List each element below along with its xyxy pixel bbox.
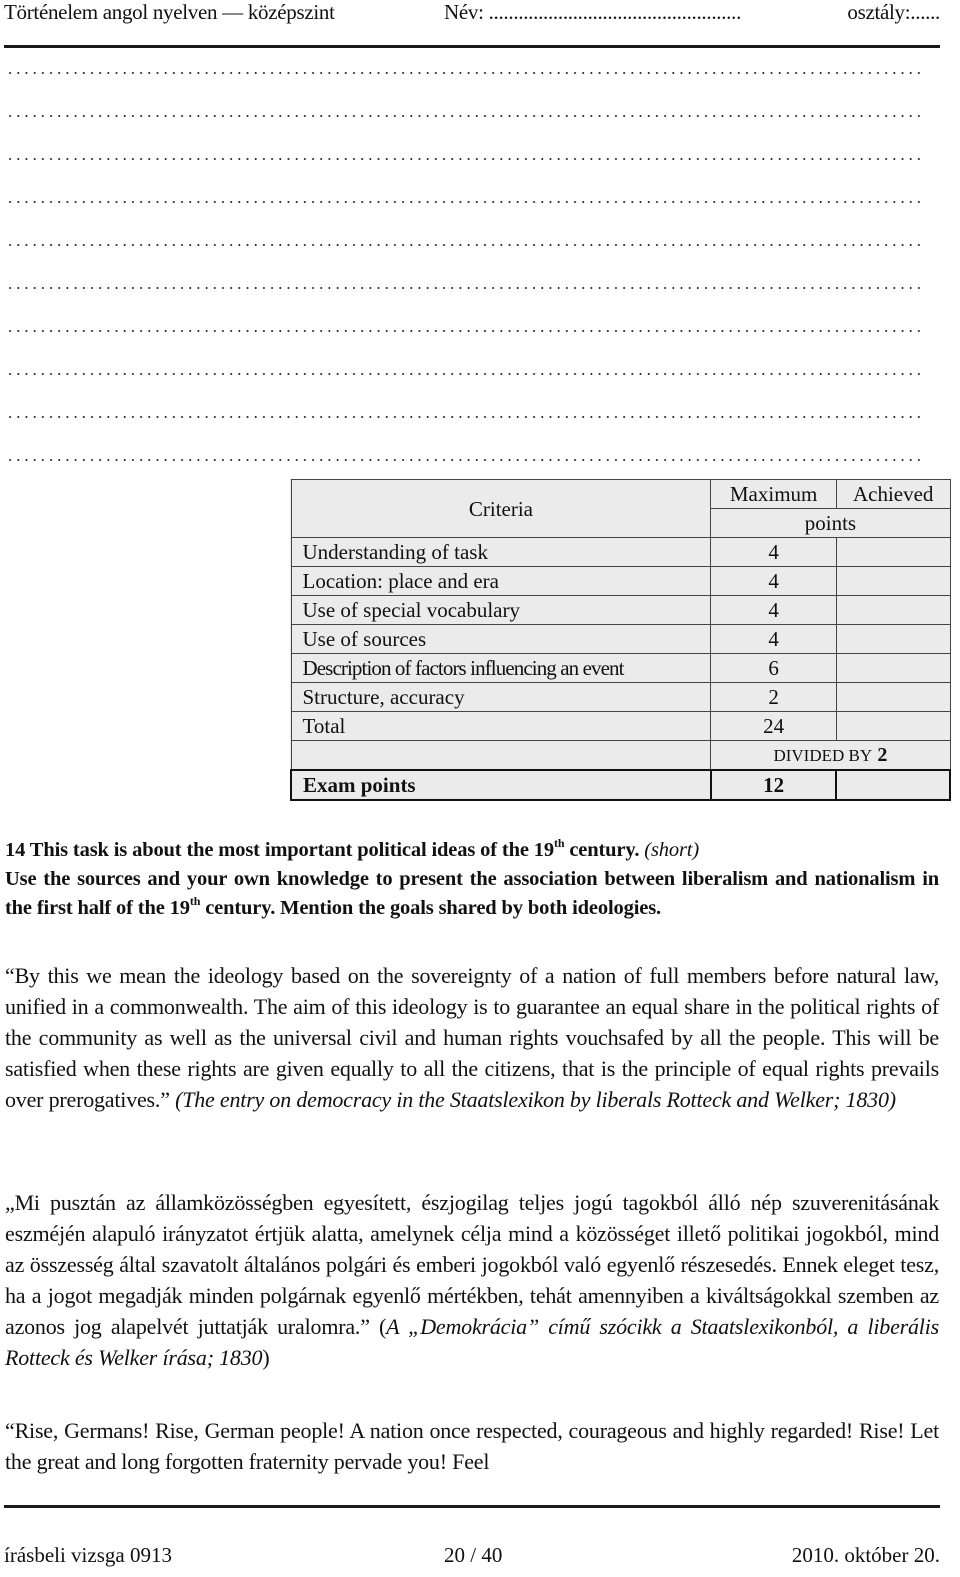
exam-title: Történelem angol nyelven — középszint — [4, 0, 335, 24]
table-row: Use of sources 4 — [290, 624, 951, 654]
max-points-cell: 4 — [710, 566, 837, 596]
exam-points-achieved-cell[interactable] — [835, 769, 951, 801]
header-rule — [4, 45, 940, 48]
total-label: Total — [290, 711, 712, 741]
class-field-label: osztály:...... — [847, 0, 940, 24]
achieved-points-cell[interactable] — [835, 595, 951, 625]
answer-line[interactable] — [6, 72, 922, 74]
divided-by-cell: DIVIDED BY 2 — [710, 740, 951, 771]
achieved-points-cell[interactable] — [835, 682, 951, 712]
exam-code: írásbeli vizsga 0913 — [4, 1543, 172, 1567]
table-row: Use of special vocabulary 4 — [290, 595, 951, 625]
task-line1: 14 This task is about the most important… — [5, 839, 554, 861]
criterion-cell: Location: place and era — [290, 566, 712, 596]
max-points-cell: 4 — [710, 624, 837, 654]
answer-line[interactable] — [6, 158, 922, 160]
criterion-cell: Understanding of task — [290, 537, 712, 567]
answer-line[interactable] — [6, 287, 922, 289]
answer-line[interactable] — [6, 373, 922, 375]
divisor-value: 2 — [877, 744, 888, 766]
name-field-label: Név: ...................................… — [444, 0, 742, 24]
achieved-points-cell[interactable] — [835, 537, 951, 567]
total-max-cell: 24 — [710, 711, 837, 741]
table-row: Structure, accuracy 2 — [290, 682, 951, 712]
max-points-cell: 4 — [710, 537, 837, 567]
total-row: Total 24 — [290, 711, 951, 741]
task-line2-end: century. Mention the goals shared by bot… — [200, 897, 662, 919]
exam-points-max-cell: 12 — [709, 769, 838, 801]
footer-rule — [4, 1505, 940, 1508]
empty-cell — [290, 740, 712, 771]
answer-line[interactable] — [6, 330, 922, 332]
achieved-points-cell[interactable] — [835, 653, 951, 683]
source-2-close: ) — [262, 1345, 270, 1370]
max-points-cell: 2 — [710, 682, 837, 712]
task-length-note: (short) — [644, 839, 700, 861]
achieved-points-cell[interactable] — [835, 624, 951, 654]
source-3: “Rise, Germans! Rise, German people! A n… — [5, 1415, 939, 1477]
exam-points-label: Exam points — [290, 769, 712, 801]
source-1-citation: (The entry on democracy in the Staatslex… — [175, 1087, 896, 1112]
answer-line[interactable] — [6, 416, 922, 418]
answer-line[interactable] — [6, 459, 922, 461]
answer-line[interactable] — [6, 115, 922, 117]
answer-line[interactable] — [6, 244, 922, 246]
points-header: points — [710, 508, 951, 538]
total-achieved-cell[interactable] — [835, 711, 951, 741]
task-line1-end: century. — [564, 839, 645, 861]
max-points-cell: 4 — [710, 595, 837, 625]
criterion-cell: Structure, accuracy — [290, 682, 712, 712]
table-row: Location: place and era 4 — [290, 566, 951, 596]
achieved-points-cell[interactable] — [835, 566, 951, 596]
max-points-cell: 6 — [710, 653, 837, 683]
divided-by-label: DIVIDED BY — [773, 746, 873, 765]
source-1: “By this we mean the ideology based on t… — [5, 960, 939, 1115]
criteria-table: Criteria Maximum Achieved points Underst… — [290, 479, 951, 801]
page-number: 20 / 40 — [444, 1543, 503, 1567]
answer-line[interactable] — [6, 201, 922, 203]
criterion-cell: Use of special vocabulary — [290, 595, 712, 625]
source-2: „Mi pusztán az államközösségben egyesíte… — [5, 1187, 939, 1373]
criterion-cell: Use of sources — [290, 624, 712, 654]
criteria-header: Criteria — [290, 479, 712, 538]
task-instructions: 14 This task is about the most important… — [5, 836, 939, 923]
exam-date: 2010. október 20. — [791, 1543, 940, 1567]
divided-by-row: DIVIDED BY 2 — [290, 740, 951, 771]
maximum-header: Maximum — [710, 479, 837, 509]
table-row: Understanding of task 4 — [290, 537, 951, 567]
ordinal-suffix: th — [553, 836, 565, 850]
criterion-cell: Description of factors influencing an ev… — [290, 653, 712, 683]
table-row: Description of factors influencing an ev… — [290, 653, 951, 683]
achieved-header: Achieved — [835, 479, 951, 509]
source-3-quote: “Rise, Germans! Rise, German people! A n… — [5, 1418, 939, 1474]
page-header: Történelem angol nyelven — középszint Né… — [4, 0, 940, 24]
exam-points-row: Exam points 12 — [290, 769, 951, 801]
ordinal-suffix: th — [189, 894, 201, 908]
